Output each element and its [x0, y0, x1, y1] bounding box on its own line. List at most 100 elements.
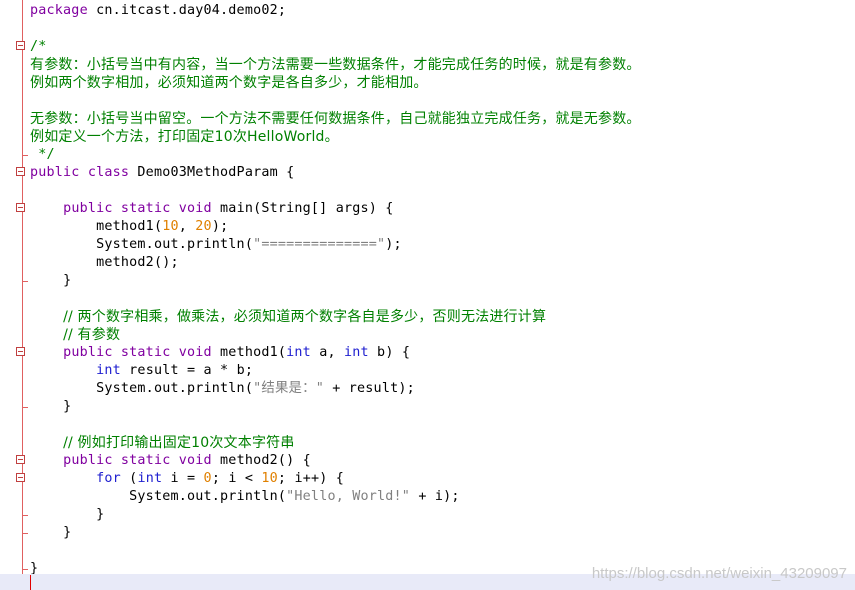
code-line: for (int i = 0; i < 10; i++) {	[30, 470, 641, 488]
code-line: }	[30, 524, 641, 542]
code-token: System.out.println(	[129, 489, 287, 504]
code-token: }	[63, 273, 72, 288]
code-token: package	[30, 3, 88, 18]
code-line: }	[30, 398, 641, 416]
code-line: // 有参数	[30, 326, 641, 344]
code-token: }	[96, 507, 105, 522]
code-token: ; i++) {	[277, 471, 345, 486]
code-line: package cn.itcast.day04.demo02;	[30, 2, 641, 20]
code-line: System.out.println("Hello, World!" + i);	[30, 488, 641, 506]
code-token: 例如两个数字相加，必须知道两个数字是各自多少，才能相加。	[30, 75, 428, 91]
code-token: int	[344, 345, 369, 360]
code-token: ,	[178, 219, 196, 234]
fold-end-marker	[22, 407, 28, 408]
code-token: System.out.println(	[96, 381, 254, 396]
text-cursor	[30, 575, 31, 590]
code-token: */	[30, 147, 55, 162]
code-token: ; i <	[211, 471, 262, 486]
code-token: 10	[162, 219, 179, 234]
code-token: main(String[] args) {	[211, 201, 394, 216]
code-line: // 两个数字相乘，做乘法，必须知道两个数字各自是多少，否则无法进行计算	[30, 308, 641, 326]
fold-end-marker	[22, 569, 28, 570]
code-line: /*	[30, 38, 641, 56]
code-token: );	[385, 237, 402, 252]
code-token: public static void	[63, 345, 212, 360]
code-token: i =	[162, 471, 204, 486]
code-line: public static void method2() {	[30, 452, 641, 470]
code-token: // 例如打印输出固定10次文本字符串	[63, 435, 295, 451]
code-token: int	[286, 345, 311, 360]
fold-toggle-icon[interactable]	[16, 455, 25, 464]
code-token: for	[96, 471, 121, 486]
code-token: 20	[195, 219, 212, 234]
code-token: }	[63, 525, 72, 540]
code-token: 10	[261, 471, 278, 486]
code-token: 0	[203, 471, 212, 486]
code-token: 有参数：小括号当中有内容，当一个方法需要一些数据条件，才能完成任务的时候，就是有…	[30, 57, 641, 73]
code-token: /*	[30, 39, 47, 54]
code-token: }	[63, 399, 72, 414]
fold-toggle-icon[interactable]	[16, 203, 25, 212]
code-line: method1(10, 20);	[30, 218, 641, 236]
fold-end-marker	[22, 281, 28, 282]
code-token: // 两个数字相乘，做乘法，必须知道两个数字各自是多少，否则无法进行计算	[63, 309, 547, 325]
code-token: "Hello, World!"	[286, 489, 411, 504]
watermark-text: https://blog.csdn.net/weixin_43209097	[591, 565, 847, 582]
fold-toggle-icon[interactable]	[16, 347, 25, 356]
code-line: }	[30, 272, 641, 290]
code-token: int	[137, 471, 163, 486]
fold-end-marker	[22, 533, 28, 534]
code-token: public static void	[63, 453, 212, 468]
code-token: (	[120, 471, 138, 486]
code-token: cn.itcast.day04.demo02;	[87, 3, 287, 18]
source-code[interactable]: package cn.itcast.day04.demo02; /* 有参数：小括…	[30, 2, 641, 578]
code-line: }	[30, 506, 641, 524]
code-line: 无参数：小括号当中留空。一个方法不需要任何数据条件，自己就能独立完成任务，就是无…	[30, 110, 641, 128]
code-line: method2();	[30, 254, 641, 272]
code-token: + i);	[410, 489, 460, 504]
code-line: System.out.println("==============");	[30, 236, 641, 254]
fold-end-marker	[22, 515, 28, 516]
code-token: method2() {	[211, 453, 311, 468]
code-token: Demo03MethodParam {	[129, 165, 295, 180]
code-token: a,	[310, 345, 344, 360]
code-token: int	[96, 363, 121, 378]
fold-end-marker	[22, 155, 28, 156]
code-token: System.out.println(	[96, 237, 254, 252]
code-line: 例如定义一个方法，打印固定10次HelloWorld。	[30, 128, 641, 146]
code-line: 有参数：小括号当中有内容，当一个方法需要一些数据条件，才能完成任务的时候，就是有…	[30, 56, 641, 74]
code-line: */	[30, 146, 641, 164]
code-token: "=============="	[253, 237, 386, 252]
fold-toggle-icon[interactable]	[16, 167, 25, 176]
code-line: public static void method1(int a, int b)…	[30, 344, 641, 362]
code-token: method1(	[211, 345, 287, 360]
code-token: method1(	[96, 219, 163, 234]
code-token: // 有参数	[63, 327, 121, 343]
code-token: 例如定义一个方法，打印固定10次HelloWorld。	[30, 129, 339, 145]
code-token: + result);	[323, 381, 415, 396]
code-line: 例如两个数字相加，必须知道两个数字是各自多少，才能相加。	[30, 74, 641, 92]
fold-gutter	[22, 0, 23, 590]
code-line: // 例如打印输出固定10次文本字符串	[30, 434, 641, 452]
code-token: b) {	[368, 345, 411, 360]
fold-toggle-icon[interactable]	[16, 41, 25, 50]
code-token: 无参数：小括号当中留空。一个方法不需要任何数据条件，自己就能独立完成任务，就是无…	[30, 111, 641, 127]
code-token: method2();	[96, 255, 179, 270]
code-line: public class Demo03MethodParam {	[30, 164, 641, 182]
code-editor[interactable]: package cn.itcast.day04.demo02; /* 有参数：小括…	[0, 0, 855, 590]
code-token: result = a * b;	[120, 363, 254, 378]
code-line: int result = a * b;	[30, 362, 641, 380]
code-token: "结果是："	[253, 381, 324, 396]
code-token: public class	[30, 165, 130, 180]
fold-toggle-icon[interactable]	[16, 473, 25, 482]
code-line: System.out.println("结果是：" + result);	[30, 380, 641, 398]
code-token: public static void	[63, 201, 212, 216]
code-token: );	[211, 219, 229, 234]
code-line: public static void main(String[] args) {	[30, 200, 641, 218]
